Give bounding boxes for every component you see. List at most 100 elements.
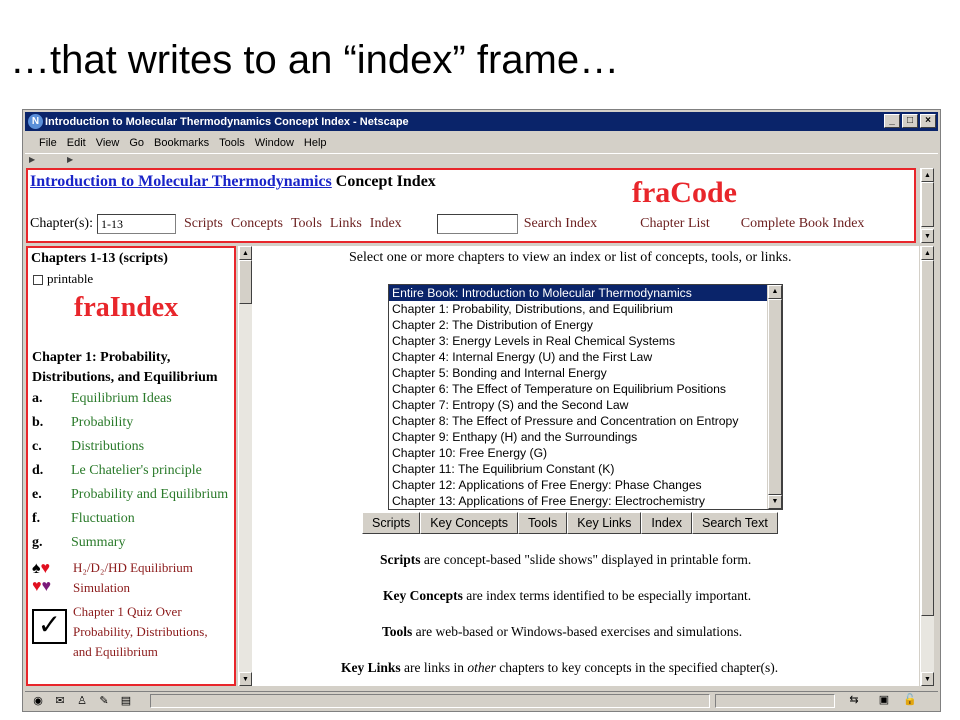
scripts-button[interactable]: Scripts xyxy=(362,512,421,534)
scroll-up-icon[interactable]: ▲ xyxy=(921,168,934,182)
composer-icon[interactable]: ✎ xyxy=(97,694,111,708)
checkmark-icon: ✓ xyxy=(32,609,67,644)
scroll-down-icon[interactable]: ▼ xyxy=(921,229,934,243)
progress-field xyxy=(715,694,835,708)
list-item[interactable]: Chapter 2: The Distribution of Energy xyxy=(389,317,782,333)
scroll-up-icon[interactable]: ▲ xyxy=(768,285,782,299)
address-book-icon[interactable]: ▤ xyxy=(119,694,133,708)
printable-checkbox[interactable]: printable xyxy=(33,271,93,287)
navigator-icon[interactable]: ◉ xyxy=(31,694,45,708)
popup-blocker-icon: ▣ xyxy=(878,694,890,706)
list-item[interactable]: f. Fluctuation xyxy=(32,511,135,527)
simulation-link[interactable]: ♠♥ ♥♥ H₂/D₂/HD Equilibrium Simulation xyxy=(32,558,234,598)
list-item[interactable]: a. Equilibrium Ideas xyxy=(32,391,172,407)
title-suffix: Concept Index xyxy=(335,173,436,190)
book-title-link[interactable]: Introduction to Molecular Thermodynamics xyxy=(30,173,332,190)
tools-link[interactable]: Tools xyxy=(291,216,322,232)
list-item[interactable]: g. Summary xyxy=(32,535,125,551)
collapsed-toolbar[interactable] xyxy=(25,153,938,165)
concepts-link[interactable]: Concepts xyxy=(231,216,283,232)
scripts-description: Scripts are concept-based "slide shows" … xyxy=(380,552,752,567)
list-item[interactable]: Chapter 5: Bonding and Internal Energy xyxy=(389,365,782,381)
search-text-button[interactable]: Search Text xyxy=(692,512,778,534)
main-frame: Select one or more chapters to view an i… xyxy=(252,246,919,686)
links-link[interactable]: Links xyxy=(330,216,362,232)
instant-message-icon[interactable]: ♙ xyxy=(75,694,89,708)
list-item[interactable]: Chapter 11: The Equilibrium Constant (K) xyxy=(389,461,782,477)
list-item[interactable]: Chapter 3: Energy Levels in Real Chemica… xyxy=(389,333,782,349)
menu-file[interactable]: File xyxy=(39,137,57,149)
maximize-button[interactable]: □ xyxy=(902,114,918,128)
list-item[interactable]: b. Probability xyxy=(32,415,133,431)
mail-icon[interactable]: ✉ xyxy=(53,694,67,708)
chapters-label: Chapter(s): xyxy=(30,216,93,231)
minimize-button[interactable]: _ xyxy=(884,114,900,128)
checkbox-icon[interactable] xyxy=(33,275,43,286)
list-item[interactable]: Chapter 9: Enthapy (H) and the Surroundi… xyxy=(389,429,782,445)
menu-bookmarks[interactable]: Bookmarks xyxy=(154,137,209,149)
scripts-link[interactable]: Scripts xyxy=(184,216,223,232)
security-lock-icon: 🔓 xyxy=(903,694,917,706)
toolbar-expand-icon[interactable]: ▶ xyxy=(29,155,35,164)
scroll-thumb[interactable] xyxy=(239,260,252,304)
scroll-thumb[interactable] xyxy=(921,260,934,616)
search-input[interactable] xyxy=(436,214,518,234)
close-button[interactable]: × xyxy=(920,114,936,128)
menu-window[interactable]: Window xyxy=(255,137,294,149)
page-title: Introduction to Molecular Thermodynamics… xyxy=(30,173,436,191)
scroll-down-icon[interactable]: ▼ xyxy=(239,672,252,686)
scroll-down-icon[interactable]: ▼ xyxy=(921,672,934,686)
scroll-up-icon[interactable]: ▲ xyxy=(239,246,252,260)
list-item[interactable]: Chapter 7: Entropy (S) and the Second La… xyxy=(389,397,782,413)
list-item[interactable]: Entire Book: Introduction to Molecular T… xyxy=(389,285,782,301)
menu-help[interactable]: Help xyxy=(304,137,327,149)
menu-go[interactable]: Go xyxy=(129,137,144,149)
card-suits-icon: ♠♥ ♥♥ xyxy=(32,560,51,595)
slide-title: …that writes to an “index” frame… xyxy=(10,38,620,82)
printable-label: printable xyxy=(47,271,94,286)
key-concepts-button[interactable]: Key Concepts xyxy=(420,512,519,534)
list-item[interactable]: c. Distributions xyxy=(32,439,144,455)
list-item[interactable]: Chapter 13: Applications of Free Energy:… xyxy=(389,493,782,509)
window-titlebar: N Introduction to Molecular Thermodynami… xyxy=(25,112,938,131)
complete-book-index-link[interactable]: Complete Book Index xyxy=(741,216,865,232)
scroll-down-icon[interactable]: ▼ xyxy=(768,495,782,509)
chapters-input[interactable]: 1-13 xyxy=(96,214,176,234)
index-heading: Chapters 1-13 (scripts) xyxy=(31,251,168,266)
index-link[interactable]: Index xyxy=(370,216,402,232)
scroll-thumb[interactable] xyxy=(921,182,934,227)
tools-description: Tools are web-based or Windows-based exe… xyxy=(382,624,743,639)
instruction-text: Select one or more chapters to view an i… xyxy=(349,250,792,265)
fraindex-label: fraIndex xyxy=(74,292,179,323)
list-item[interactable]: Chapter 4: Internal Energy (U) and the F… xyxy=(389,349,782,365)
quiz-link[interactable]: ✓ Chapter 1 Quiz Over Probability, Distri… xyxy=(32,602,234,662)
list-item[interactable]: Chapter 10: Free Energy (G) xyxy=(389,445,782,461)
menu-view[interactable]: View xyxy=(96,137,120,149)
list-item[interactable]: Chapter 8: The Effect of Pressure and Co… xyxy=(389,413,782,429)
list-item[interactable]: Chapter 1: Probability, Distributions, a… xyxy=(389,301,782,317)
list-item[interactable]: Chapter 6: The Effect of Temperature on … xyxy=(389,381,782,397)
netscape-icon: N xyxy=(28,114,43,129)
search-index-link[interactable]: Search Index xyxy=(524,216,597,232)
code-frame-scrollbar[interactable]: ▲ ▼ xyxy=(920,168,934,243)
chapter-controls: Chapter(s): 1-13 Scripts Concepts Tools … xyxy=(30,214,864,234)
scroll-thumb[interactable] xyxy=(768,299,782,495)
tools-button[interactable]: Tools xyxy=(518,512,568,534)
list-item[interactable]: e. Probability and Equilibrium xyxy=(32,487,228,503)
list-item[interactable]: d. Le Chatelier's principle xyxy=(32,463,202,479)
key-concepts-description: Key Concepts are index terms identified … xyxy=(383,588,752,603)
chapter-select-list[interactable]: Entire Book: Introduction to Molecular T… xyxy=(388,284,783,510)
window-title: Introduction to Molecular Thermodynamics… xyxy=(45,115,409,128)
menu-tools[interactable]: Tools xyxy=(219,137,245,149)
menu-edit[interactable]: Edit xyxy=(67,137,86,149)
index-button[interactable]: Index xyxy=(641,512,693,534)
chapter-list-link[interactable]: Chapter List xyxy=(640,216,710,232)
scroll-up-icon[interactable]: ▲ xyxy=(921,246,934,260)
toolbar-expand-icon[interactable]: ▶ xyxy=(67,155,73,164)
list-scrollbar[interactable]: ▲ ▼ xyxy=(767,285,782,509)
list-item[interactable]: Chapter 12: Applications of Free Energy:… xyxy=(389,477,782,493)
index-frame-scrollbar[interactable]: ▲ ▼ xyxy=(238,246,252,686)
action-buttons: Scripts Key Concepts Tools Key Links Ind… xyxy=(362,512,778,534)
key-links-button[interactable]: Key Links xyxy=(567,512,642,534)
main-frame-scrollbar[interactable]: ▲ ▼ xyxy=(920,246,934,686)
